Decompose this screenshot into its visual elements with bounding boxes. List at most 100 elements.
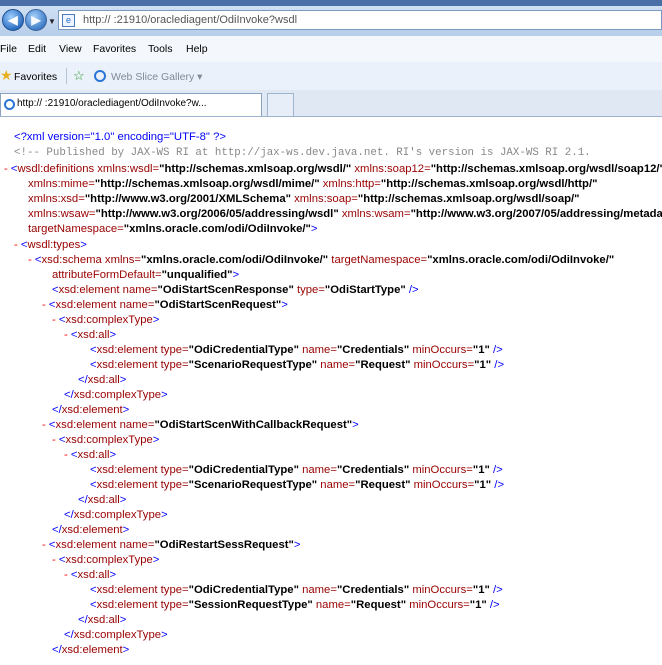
favorites-star-icon[interactable]: ★: [0, 68, 13, 82]
attr-value: "http://schemas.xmlsoap.org/wsdl/soap/": [357, 193, 580, 205]
menu-favorites[interactable]: Favorites: [93, 43, 136, 55]
attr-value: "http://schemas.xmlsoap.org/wsdl/http/": [380, 178, 598, 190]
attr: xmlns:soap=: [290, 193, 358, 205]
collapse-toggle[interactable]: -: [4, 163, 8, 175]
attr: targetNamespace=: [328, 254, 428, 266]
attr-value: "xmlns.oracle.com/odi/OdiInvoke/": [123, 223, 311, 235]
all-line: - <xsd:all>: [64, 329, 117, 341]
attr-value: "1": [474, 479, 492, 491]
collapse-toggle[interactable]: -: [14, 239, 18, 251]
attr-value: "Credentials": [336, 464, 410, 476]
definitions-attrs-line: targetNamespace="xmlns.oracle.com/odi/Od…: [28, 223, 318, 235]
close-all-line: </xsd:all>: [78, 494, 127, 506]
collapse-toggle[interactable]: -: [52, 554, 56, 566]
attr: xmlns:http=: [319, 178, 381, 190]
complextype-line: - <xsd:complexType>: [52, 554, 160, 566]
new-tab-button[interactable]: [267, 93, 294, 116]
add-favorite-icon[interactable]: ☆: [73, 68, 85, 84]
menu-tools[interactable]: Tools: [148, 43, 173, 55]
all-line: - <xsd:all>: [64, 449, 117, 461]
element-line: <xsd:element type="OdiCredentialType" na…: [90, 464, 503, 476]
tag-name: wsdl:definitions: [17, 163, 95, 175]
menu-bar: File Edit View Favorites Tools Help: [0, 36, 662, 63]
collapse-toggle[interactable]: -: [64, 329, 68, 341]
element-line: <xsd:element type="ScenarioRequestType" …: [90, 359, 505, 371]
attr-value: "http://www.w3.org/2006/05/addressing/ws…: [95, 208, 339, 220]
close-complextype-line: </xsd:complexType>: [64, 629, 168, 641]
element-line: <xsd:element type="ScenarioRequestType" …: [90, 479, 505, 491]
attr-value: "Request": [355, 479, 411, 491]
attr-value: "ScenarioRequestType": [188, 479, 318, 491]
collapse-toggle[interactable]: -: [52, 314, 56, 326]
attr-value: "http://www.w3.org/2001/XMLSchema": [84, 193, 291, 205]
attr: xmlns:mime=: [28, 178, 95, 190]
favorites-button[interactable]: Favorites: [14, 71, 57, 83]
history-dropdown-icon[interactable]: ▼: [48, 17, 56, 26]
attr-value: "http://schemas.xmlsoap.org/wsdl/mime/": [94, 178, 320, 190]
attr-value: "ScenarioRequestType": [188, 359, 318, 371]
complextype-line: - <xsd:complexType>: [52, 434, 160, 446]
close-element-line: </xsd:element>: [52, 644, 130, 656]
menu-edit[interactable]: Edit: [28, 43, 46, 55]
attr: targetNamespace=: [28, 223, 124, 235]
attr: xmlns:soap12=: [351, 163, 431, 175]
attr-value: "OdiCredentialType": [188, 584, 299, 596]
xml-document: <?xml version="1.0" encoding="UTF-8" ?> …: [0, 117, 662, 665]
tab-active[interactable]: http:// :21910/oraclediagent/OdiInvoke?w…: [0, 93, 262, 116]
toolbar-separator: [66, 68, 67, 84]
complextype-line: - <xsd:complexType>: [52, 314, 160, 326]
element-line: - <xsd:element name="OdiStartScenRequest…: [42, 299, 288, 311]
address-row: ◀ ▶ ▼ http:// :21910/oraclediagent/OdiIn…: [0, 6, 662, 36]
collapse-toggle[interactable]: -: [52, 434, 56, 446]
element-line: <xsd:element name="OdiStartScenResponse"…: [52, 284, 419, 296]
all-line: - <xsd:all>: [64, 569, 117, 581]
forward-button[interactable]: ▶: [25, 9, 47, 31]
collapse-toggle[interactable]: -: [42, 539, 46, 551]
attr-value: "OdiStartScenWithCallbackRequest": [154, 419, 353, 431]
collapse-toggle[interactable]: -: [42, 419, 46, 431]
favorites-bar: ★ Favorites ☆ Web Slice Gallery ▾: [0, 62, 662, 91]
close-element-line: </xsd:element>: [52, 524, 130, 536]
menu-file[interactable]: File: [0, 43, 17, 55]
definitions-attrs-line: xmlns:mime="http://schemas.xmlsoap.org/w…: [28, 177, 597, 192]
close-element-line: </xsd:element>: [52, 404, 130, 416]
close-all-line: </xsd:all>: [78, 614, 127, 626]
attr-value: "OdiStartType": [324, 284, 406, 296]
attr-value: "Request": [350, 599, 407, 611]
ie-page-icon: [94, 70, 106, 82]
attr-value: "http://schemas.xmlsoap.org/wsdl/soap12/…: [430, 163, 662, 175]
attr-value: "Credentials": [336, 344, 410, 356]
attr-value: "OdiCredentialType": [188, 464, 299, 476]
attr-value: "http://www.w3.org/2007/05/addressing/me…: [410, 208, 662, 220]
attr-value: "OdiStartScenRequest": [154, 299, 282, 311]
collapse-toggle[interactable]: -: [42, 299, 46, 311]
schema-attrs-line: attributeFormDefault="unqualified">: [52, 269, 240, 281]
web-slice-gallery-button[interactable]: Web Slice Gallery ▾: [111, 71, 202, 83]
attr-value: "SessionRequestType": [188, 599, 313, 611]
attr: attributeFormDefault=: [52, 269, 162, 281]
element-line: <xsd:element type="OdiCredentialType" na…: [90, 344, 503, 356]
address-bar[interactable]: http:// :21910/oraclediagent/OdiInvoke?w…: [58, 10, 662, 30]
definitions-attrs-line: xmlns:xsd="http://www.w3.org/2001/XMLSch…: [28, 192, 580, 207]
tab-row: http:// :21910/oraclediagent/OdiInvoke?w…: [0, 90, 662, 117]
tab-ie-icon: [4, 99, 15, 110]
attr-value: "http://schemas.xmlsoap.org/wsdl/": [159, 163, 352, 175]
attr-value: "Request": [355, 359, 411, 371]
attr: xmlns:wsaw=: [28, 208, 96, 220]
attr-value: "OdiStartScenResponse": [157, 284, 294, 296]
attr-value: "xmlns.oracle.com/odi/OdiInvoke/": [141, 254, 329, 266]
back-button[interactable]: ◀: [2, 9, 24, 31]
attr-value: "1": [472, 344, 490, 356]
collapse-toggle[interactable]: -: [64, 569, 68, 581]
menu-help[interactable]: Help: [186, 43, 208, 55]
attr-value: "unqualified": [161, 269, 233, 281]
close-all-line: </xsd:all>: [78, 374, 127, 386]
types-line: - <wsdl:types>: [14, 239, 87, 251]
collapse-toggle[interactable]: -: [28, 254, 32, 266]
menu-view[interactable]: View: [59, 43, 82, 55]
collapse-toggle[interactable]: -: [64, 449, 68, 461]
tag-name: xsd:schema: [41, 254, 102, 266]
element-line: - <xsd:element name="OdiRestartSessReque…: [42, 539, 301, 551]
definitions-attrs-line: xmlns:wsaw="http://www.w3.org/2006/05/ad…: [28, 207, 662, 222]
attr: xmlns:wsam=: [338, 208, 411, 220]
